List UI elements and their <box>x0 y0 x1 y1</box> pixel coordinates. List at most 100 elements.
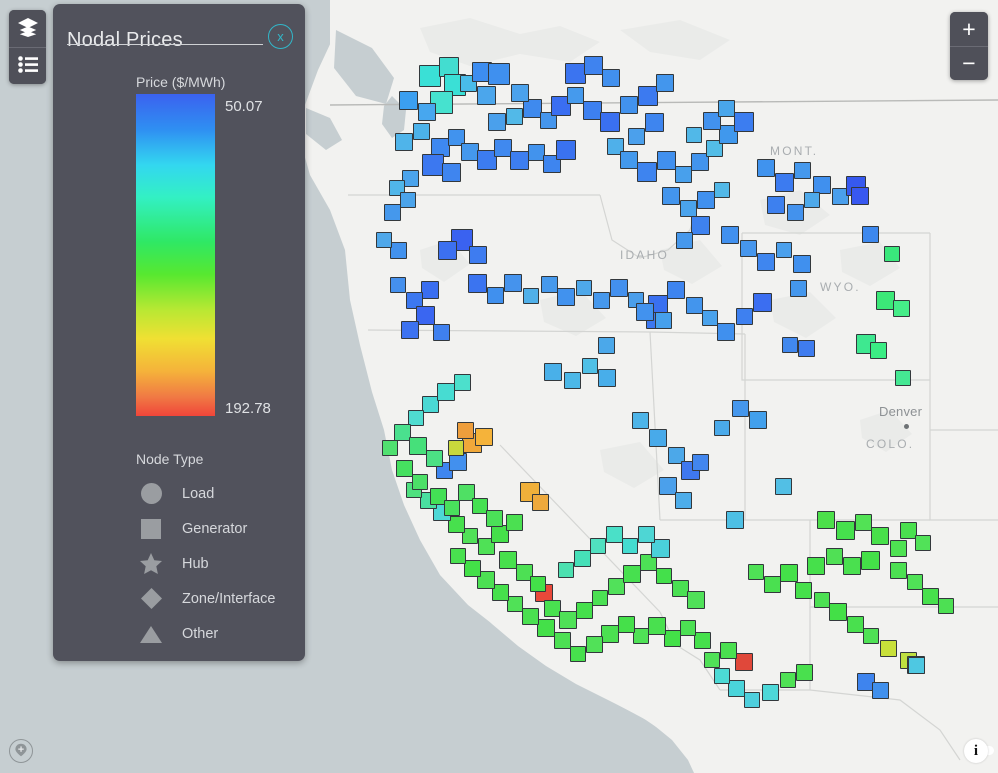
node-marker[interactable] <box>884 246 900 262</box>
node-marker[interactable] <box>752 292 772 312</box>
node-marker[interactable] <box>559 611 577 629</box>
node-marker[interactable] <box>869 341 887 359</box>
node-marker[interactable] <box>441 162 461 182</box>
node-marker[interactable] <box>780 672 796 688</box>
node-marker[interactable] <box>383 203 401 221</box>
node-marker[interactable] <box>617 615 635 633</box>
node-marker[interactable] <box>507 596 523 612</box>
node-marker[interactable] <box>627 127 645 145</box>
node-marker[interactable] <box>395 133 413 151</box>
node-marker[interactable] <box>794 581 812 599</box>
node-marker[interactable] <box>889 561 907 579</box>
node-marker[interactable] <box>398 90 418 110</box>
node-marker[interactable] <box>602 69 620 87</box>
node-marker[interactable] <box>648 617 666 635</box>
node-marker[interactable] <box>597 336 615 354</box>
node-marker[interactable] <box>509 150 529 170</box>
node-marker[interactable] <box>553 631 571 649</box>
node-marker[interactable] <box>735 653 753 671</box>
node-type-item-load[interactable]: Load <box>136 476 306 511</box>
node-marker[interactable] <box>843 557 861 575</box>
node-marker[interactable] <box>437 240 457 260</box>
node-marker[interactable] <box>829 603 847 621</box>
node-marker[interactable] <box>714 420 730 436</box>
node-marker[interactable] <box>675 231 693 249</box>
node-marker[interactable] <box>704 652 720 668</box>
node-marker[interactable] <box>702 310 718 326</box>
node-type-item-other[interactable]: Other <box>136 616 306 651</box>
node-marker[interactable] <box>499 551 517 569</box>
node-marker[interactable] <box>636 303 654 321</box>
node-marker[interactable] <box>719 641 737 659</box>
node-marker[interactable] <box>735 307 753 325</box>
node-marker[interactable] <box>622 538 638 554</box>
node-marker[interactable] <box>620 151 638 169</box>
node-marker[interactable] <box>421 395 439 413</box>
node-marker[interactable] <box>393 423 411 441</box>
node-marker[interactable] <box>607 577 625 595</box>
node-marker[interactable] <box>537 619 555 637</box>
node-marker[interactable] <box>757 159 775 177</box>
node-marker[interactable] <box>485 509 503 527</box>
node-marker[interactable] <box>432 323 450 341</box>
node-marker[interactable] <box>605 525 623 543</box>
node-marker[interactable] <box>437 383 455 401</box>
node-marker[interactable] <box>444 500 460 516</box>
node-marker[interactable] <box>774 172 794 192</box>
node-marker[interactable] <box>780 564 798 582</box>
node-marker[interactable] <box>795 663 813 681</box>
node-marker[interactable] <box>807 557 825 575</box>
node-marker[interactable] <box>835 520 855 540</box>
node-marker[interactable] <box>656 568 672 584</box>
node-marker[interactable] <box>667 281 685 299</box>
node-marker[interactable] <box>863 628 879 644</box>
node-marker[interactable] <box>854 513 872 531</box>
node-marker[interactable] <box>570 646 586 662</box>
node-marker[interactable] <box>401 321 419 339</box>
node-marker[interactable] <box>782 337 798 353</box>
list-button[interactable] <box>9 47 46 84</box>
node-marker[interactable] <box>521 607 539 625</box>
node-marker[interactable] <box>697 191 715 209</box>
node-marker[interactable] <box>674 165 692 183</box>
node-marker[interactable] <box>456 421 474 439</box>
node-marker[interactable] <box>757 253 775 271</box>
node-marker[interactable] <box>679 199 697 217</box>
node-marker[interactable] <box>693 631 711 649</box>
node-marker[interactable] <box>717 99 735 117</box>
node-marker[interactable] <box>448 440 464 456</box>
node-marker[interactable] <box>892 299 910 317</box>
node-marker[interactable] <box>767 196 785 214</box>
node-marker[interactable] <box>814 592 830 608</box>
node-marker[interactable] <box>875 290 895 310</box>
node-marker[interactable] <box>654 311 672 329</box>
node-marker[interactable] <box>390 277 406 293</box>
node-marker[interactable] <box>504 274 522 292</box>
node-marker[interactable] <box>575 601 593 619</box>
node-marker[interactable] <box>488 113 506 131</box>
node-marker[interactable] <box>744 692 760 708</box>
node-marker[interactable] <box>463 559 481 577</box>
node-marker[interactable] <box>527 143 545 161</box>
node-marker[interactable] <box>583 55 603 75</box>
node-marker[interactable] <box>412 474 428 490</box>
node-marker[interactable] <box>748 564 764 580</box>
node-marker[interactable] <box>590 538 606 554</box>
node-marker[interactable] <box>717 323 735 341</box>
node-marker[interactable] <box>761 683 779 701</box>
node-marker[interactable] <box>511 84 529 102</box>
node-marker[interactable] <box>557 288 575 306</box>
node-marker[interactable] <box>566 86 584 104</box>
node-marker[interactable] <box>825 547 843 565</box>
node-marker[interactable] <box>817 511 835 529</box>
node-marker[interactable] <box>623 565 641 583</box>
node-marker[interactable] <box>475 428 493 446</box>
node-marker[interactable] <box>879 639 897 657</box>
node-marker[interactable] <box>860 550 880 570</box>
node-marker[interactable] <box>644 112 664 132</box>
node-marker[interactable] <box>907 574 923 590</box>
node-marker[interactable] <box>412 122 430 140</box>
node-marker[interactable] <box>685 296 703 314</box>
node-marker[interactable] <box>680 620 696 636</box>
node-marker[interactable] <box>662 187 680 205</box>
